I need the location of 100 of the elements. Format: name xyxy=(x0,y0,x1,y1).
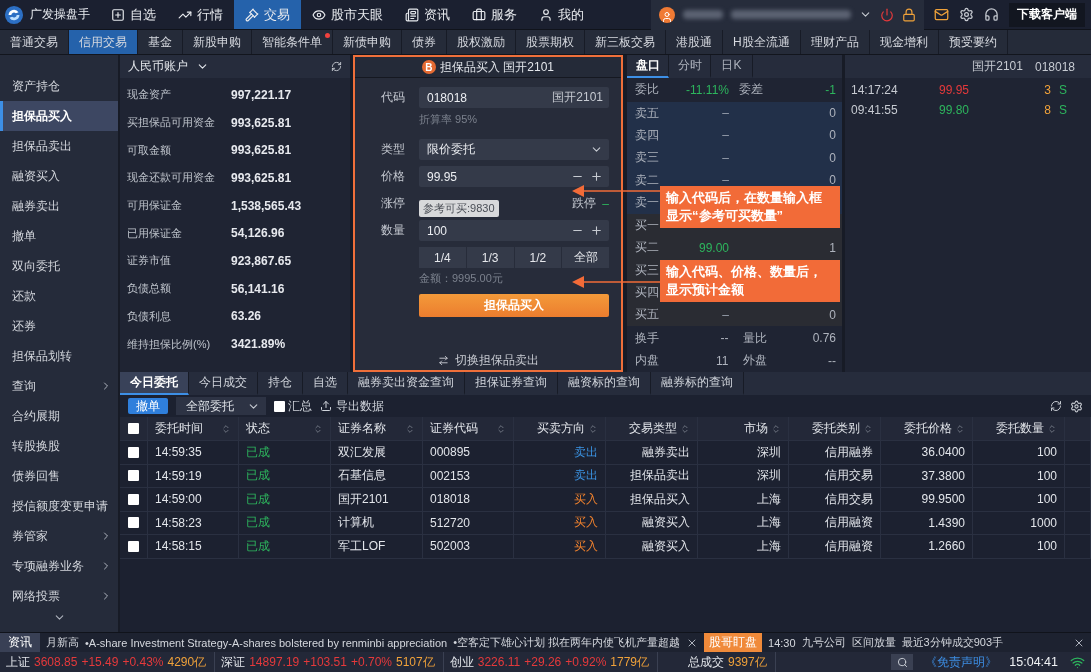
nav-tab[interactable]: 我的 xyxy=(528,0,595,29)
column-header[interactable]: 市场 xyxy=(698,417,789,440)
orders-tab[interactable]: 融券标的查询 xyxy=(651,372,744,395)
news-item[interactable]: 月新高 xyxy=(46,635,79,650)
sidebar-item[interactable]: 合约展期 xyxy=(0,401,118,431)
trade-tab[interactable]: 现金增利 xyxy=(869,30,939,54)
trade-tab[interactable]: 港股通 xyxy=(666,30,723,54)
quantity-preset-button[interactable]: 1/2 xyxy=(514,247,562,268)
summary-checkbox[interactable]: 汇总 xyxy=(274,397,312,415)
column-header[interactable]: 委托类别 xyxy=(789,417,881,440)
sidebar-item[interactable]: 融资买入 xyxy=(0,161,118,191)
sidebar-item[interactable]: 撤单 xyxy=(0,221,118,251)
sidebar-item[interactable]: 担保品买入 xyxy=(0,101,118,131)
orders-tab[interactable]: 持仓 xyxy=(258,372,303,395)
quote-tab[interactable]: 日K xyxy=(711,55,753,78)
table-cell: 深圳 xyxy=(698,464,789,487)
trade-tab[interactable]: 预受要约 xyxy=(938,30,1008,54)
orders-tab[interactable]: 今日委托 xyxy=(120,372,189,395)
filter-dropdown[interactable]: 全部委托 xyxy=(176,397,266,415)
orders-tab[interactable]: 自选 xyxy=(303,372,348,395)
type-dropdown[interactable]: 限价委托 xyxy=(419,139,609,160)
nav-tab[interactable]: 股市天眼 xyxy=(301,0,394,29)
trade-tab[interactable]: 理财产品 xyxy=(800,30,870,54)
quantity-field[interactable]: 100 xyxy=(419,220,609,241)
table-cell: 买入 xyxy=(514,511,606,534)
sidebar-item[interactable]: 查询 xyxy=(0,371,118,401)
nav-tab[interactable]: 行情 xyxy=(167,0,234,29)
trade-tab[interactable]: 新三板交易 xyxy=(585,30,666,54)
security-name: 国开2101 xyxy=(972,58,1023,75)
trade-tab[interactable]: 信用交易 xyxy=(69,30,138,54)
account-value: 993,625.81 xyxy=(231,170,292,185)
trade-tab[interactable]: 股票期权 xyxy=(516,30,585,54)
account-value: 1,538,565.43 xyxy=(231,198,302,213)
orders-tab[interactable]: 融资标的查询 xyxy=(558,372,651,395)
nav-tab[interactable]: 交易 xyxy=(234,0,301,29)
sidebar-item[interactable]: 转股换股 xyxy=(0,431,118,461)
table-cell: 502003 xyxy=(423,535,514,558)
nav-tab[interactable]: 服务 xyxy=(461,0,528,29)
account-value: 997,221.17 xyxy=(231,87,292,102)
cancel-button[interactable]: 撤单 xyxy=(128,398,168,414)
tick-side-text: S xyxy=(1058,83,1067,97)
trade-tab[interactable]: 新债申购 xyxy=(333,30,402,54)
table-cell: 上海 xyxy=(698,535,789,558)
sidebar-item[interactable]: 债券回售 xyxy=(0,461,118,491)
sidebar-item[interactable]: 授信额度变更申请 xyxy=(0,491,118,521)
column-header[interactable]: 交易类型 xyxy=(606,417,698,440)
trade-tab[interactable]: 基金 xyxy=(138,30,183,54)
trade-tab[interactable]: H股全流通 xyxy=(723,30,801,54)
trade-tab[interactable]: 新股申购 xyxy=(183,30,252,54)
table-cell: 石基信息 xyxy=(331,464,423,487)
nav-tab[interactable]: 自选 xyxy=(100,0,167,29)
sidebar-item[interactable]: 网络投票 xyxy=(0,581,118,611)
sidebar-item[interactable]: 还款 xyxy=(0,281,118,311)
reference-tooltip: 参考可买:9830 xyxy=(419,200,499,217)
sidebar-item[interactable]: 融券卖出 xyxy=(0,191,118,221)
sidebar-item[interactable]: 专项融券业务 xyxy=(0,551,118,581)
sidebar-item[interactable]: 双向委托 xyxy=(0,251,118,281)
order-book-price: – xyxy=(721,173,729,188)
sidebar-item[interactable]: 还券 xyxy=(0,311,118,341)
orders-tab[interactable]: 融券卖出资金查询 xyxy=(348,372,465,395)
trade-tab[interactable]: 债券 xyxy=(402,30,447,54)
column-header[interactable]: 买卖方向 xyxy=(514,417,606,440)
news-item[interactable]: •空客定下雄心计划 拟在两年内使飞机产量超越 xyxy=(453,635,681,650)
sidebar-item[interactable]: 券管家 xyxy=(0,521,118,551)
orders-tab[interactable]: 今日成交 xyxy=(189,372,258,395)
quote-tab[interactable]: 分时 xyxy=(669,55,711,78)
column-header[interactable]: 委托价格 xyxy=(881,417,973,440)
column-header[interactable]: 证券代码 xyxy=(423,417,514,440)
trade-tab[interactable]: 股权激励 xyxy=(447,30,516,54)
sidebar-item[interactable]: 担保品划转 xyxy=(0,341,118,371)
column-header[interactable]: 委托数量 xyxy=(973,417,1065,440)
account-value: 993,625.81 xyxy=(231,115,292,130)
index-price: 3226.11 xyxy=(477,655,521,669)
column-header[interactable]: 状态 xyxy=(239,417,331,440)
trade-tab[interactable]: 智能条件单 xyxy=(252,30,333,54)
table-cell: 1.4390 xyxy=(881,511,973,534)
quantity-preset-button[interactable]: 全部 xyxy=(562,247,609,268)
stat-value: 11 xyxy=(716,353,729,368)
quantity-preset-button[interactable]: 1/3 xyxy=(466,247,514,268)
price-field[interactable]: 99.95 xyxy=(419,166,609,187)
orders-tab[interactable]: 担保证券查询 xyxy=(465,372,558,395)
export-button[interactable]: 导出数据 xyxy=(320,397,384,415)
quantity-preset-button[interactable]: 1/4 xyxy=(419,247,466,268)
code-field[interactable]: 018018 国开2101 xyxy=(419,87,609,108)
table-cell: 军工LOF xyxy=(331,535,423,558)
news-item[interactable]: •A-share Investment Strategy-A-shares bolstered by renminbi appreciation xyxy=(85,636,448,649)
column-header[interactable]: 委托时间 xyxy=(148,417,239,440)
sidebar-item[interactable]: 担保品卖出 xyxy=(0,131,118,161)
order-book-volume: 0 xyxy=(828,307,836,322)
account-value: 993,625.81 xyxy=(231,143,292,158)
order-book-label: 买五 xyxy=(635,306,660,324)
nav-tab[interactable]: 资讯 xyxy=(394,0,461,29)
table-cell: 深圳 xyxy=(698,441,789,464)
disclaimer-link[interactable]: 《免责声明》 xyxy=(925,653,998,671)
sidebar-item[interactable]: 资产持仓 xyxy=(0,71,118,101)
account-label: 负债利息 xyxy=(127,308,172,324)
switch-link[interactable]: 切换担保品卖出 xyxy=(437,353,539,368)
order-book-label: 卖三 xyxy=(635,149,660,167)
download-button[interactable]: 下载客户端 xyxy=(1009,2,1085,27)
column-header[interactable]: 证券名称 xyxy=(331,417,423,440)
